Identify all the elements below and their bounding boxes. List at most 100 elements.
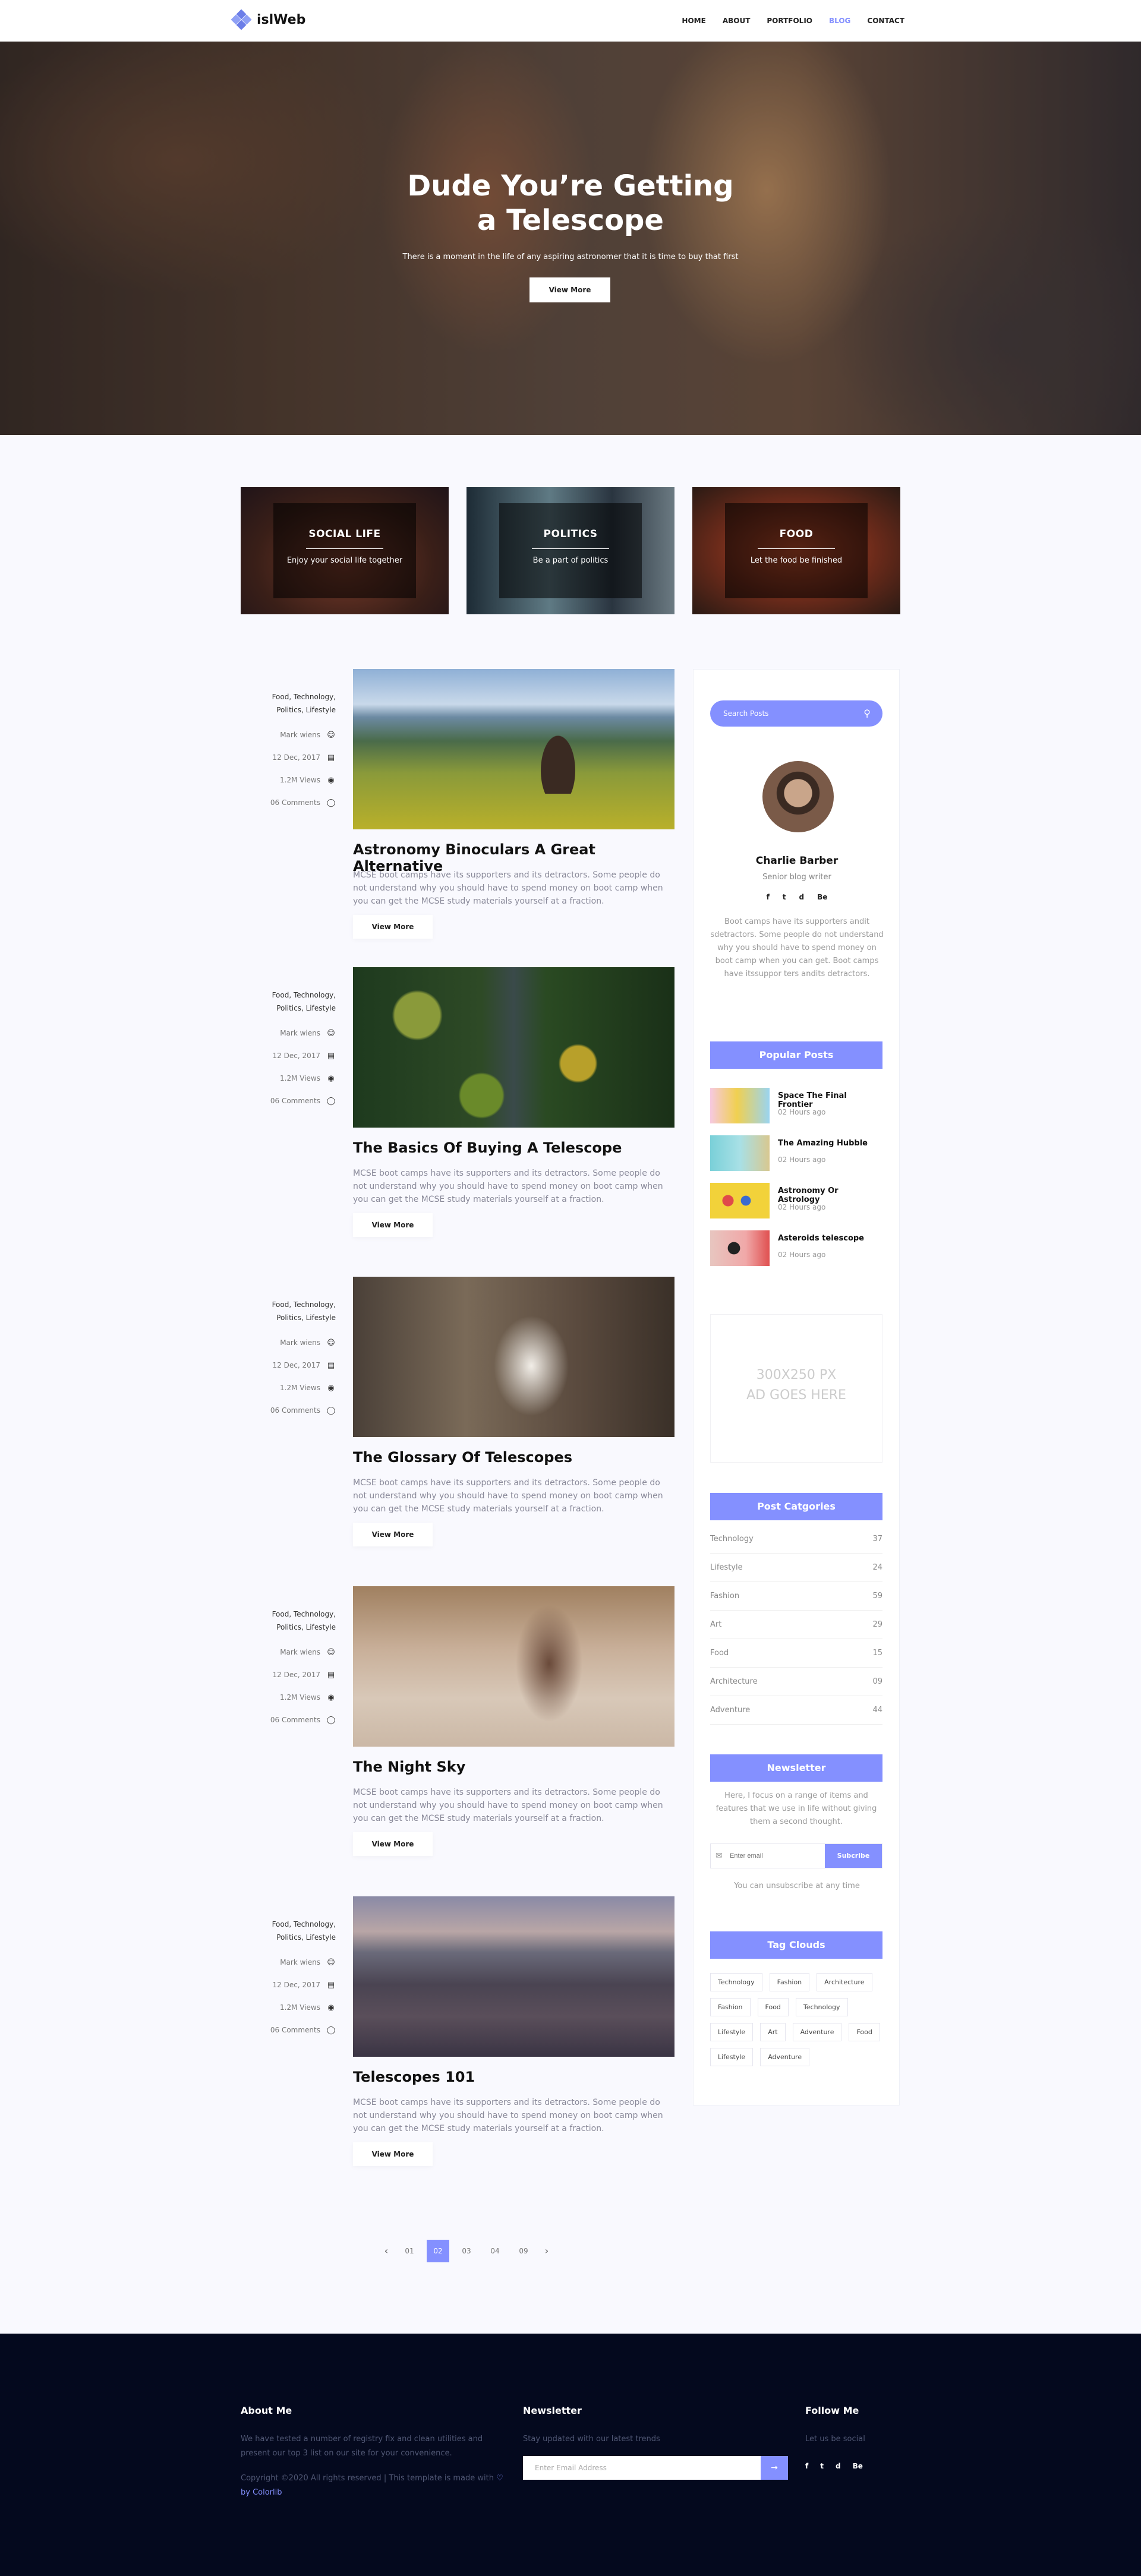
post-title[interactable]: The Glossary Of Telescopes	[353, 1449, 572, 1466]
logo[interactable]: islWeb	[231, 9, 305, 30]
popular-post-item[interactable]: Space The Final Frontier 02 Hours ago	[710, 1088, 882, 1123]
post-tags[interactable]: Food, Technology, Politics, Lifestyle	[241, 690, 336, 716]
post-excerpt: MCSE boot camps have its supporters and …	[353, 1788, 663, 1823]
post-image[interactable]	[353, 1586, 674, 1747]
hero-view-more-button[interactable]: View More	[529, 277, 610, 302]
page-09[interactable]: 09	[512, 2240, 535, 2262]
dribbble-icon[interactable]: d	[799, 893, 805, 901]
tag-item[interactable]: Technology	[710, 1973, 762, 1991]
behance-icon[interactable]: Be	[853, 2462, 863, 2470]
popular-post-title[interactable]: Asteroids telescope	[778, 1234, 864, 1243]
tag-item[interactable]: Technology	[795, 1998, 848, 2016]
post-author[interactable]: Mark wiens	[280, 1648, 320, 1656]
tag-item[interactable]: Food	[849, 2023, 880, 2041]
tag-item[interactable]: Lifestyle	[710, 2048, 754, 2066]
ad-size-text: 300X250 PX	[756, 1368, 837, 1382]
post-comments[interactable]: 06 Comments	[270, 1716, 320, 1724]
post-comments[interactable]: 06 Comments	[270, 798, 320, 807]
popular-post-title[interactable]: Space The Final Frontier	[778, 1091, 882, 1109]
post-tags[interactable]: Food, Technology, Politics, Lifestyle	[241, 989, 336, 1015]
post-title[interactable]: Telescopes 101	[353, 2069, 475, 2085]
category-row[interactable]: Technology 37	[710, 1525, 882, 1554]
post-image[interactable]	[353, 1277, 674, 1437]
category-row[interactable]: Food 15	[710, 1639, 882, 1668]
post-image[interactable]	[353, 1896, 674, 2057]
tag-item[interactable]: Adventure	[792, 2023, 842, 2041]
subscribe-button[interactable]: Subcribe	[825, 1844, 882, 1868]
category-card-politics[interactable]: POLITICS Be a part of politics	[467, 487, 674, 614]
logo-icon	[231, 9, 252, 30]
post-tags[interactable]: Food, Technology, Politics, Lifestyle	[241, 1608, 336, 1634]
post-tags[interactable]: Food, Technology, Politics, Lifestyle	[241, 1918, 336, 1944]
category-card-social-life[interactable]: SOCIAL LIFE Enjoy your social life toget…	[241, 487, 449, 614]
popular-post-item[interactable]: The Amazing Hubble 02 Hours ago	[710, 1135, 882, 1171]
tag-item[interactable]: Food	[757, 1998, 789, 2016]
tag-item[interactable]: Art	[760, 2023, 786, 2041]
post-title[interactable]: The Night Sky	[353, 1759, 465, 1775]
newsletter-email-input[interactable]	[730, 1844, 819, 1868]
hero-title: Dude You’re Getting a Telescope	[0, 169, 1141, 238]
view-more-button[interactable]: View More	[353, 1523, 433, 1546]
nav-about[interactable]: ABOUT	[723, 17, 751, 25]
category-row[interactable]: Architecture 09	[710, 1668, 882, 1696]
behance-icon[interactable]: Be	[817, 893, 827, 901]
twitter-icon[interactable]: t	[783, 893, 786, 901]
post-comments[interactable]: 06 Comments	[270, 2026, 320, 2034]
page-01[interactable]: 01	[398, 2240, 421, 2262]
post-excerpt: MCSE boot camps have its supporters and …	[353, 870, 663, 906]
page-02[interactable]: 02	[427, 2240, 449, 2262]
post-author[interactable]: Mark wiens	[280, 1029, 320, 1037]
post-author[interactable]: Mark wiens	[280, 1338, 320, 1347]
post-image[interactable]	[353, 967, 674, 1128]
post-views: 1.2M Views	[280, 776, 320, 784]
post-tags[interactable]: Food, Technology, Politics, Lifestyle	[241, 1298, 336, 1324]
nav-portfolio[interactable]: PORTFOLIO	[767, 17, 812, 25]
category-row[interactable]: Lifestyle 24	[710, 1554, 882, 1582]
post-image[interactable]	[353, 669, 674, 829]
post-title[interactable]: The Basics Of Buying A Telescope	[353, 1139, 622, 1156]
popular-post-item[interactable]: Asteroids telescope 02 Hours ago	[710, 1230, 882, 1266]
tag-item[interactable]: Architecture	[817, 1973, 872, 1991]
view-more-button[interactable]: View More	[353, 915, 433, 939]
tag-item[interactable]: Fashion	[710, 1998, 751, 2016]
page-03[interactable]: 03	[455, 2240, 478, 2262]
tag-item[interactable]: Lifestyle	[710, 2023, 754, 2041]
popular-post-item[interactable]: Astronomy Or Astrology 02 Hours ago	[710, 1183, 882, 1218]
search-icon[interactable]: ⚲	[863, 700, 871, 727]
popular-post-title[interactable]: Astronomy Or Astrology	[778, 1186, 882, 1204]
author-name: Charlie Barber	[755, 855, 839, 867]
prev-page-icon[interactable]: ‹	[380, 2240, 392, 2262]
view-more-button[interactable]: View More	[353, 1832, 433, 1856]
search-input[interactable]: Search Posts ⚲	[710, 700, 882, 727]
view-more-button[interactable]: View More	[353, 2142, 433, 2166]
nav-home[interactable]: HOME	[682, 17, 705, 25]
footer-follow-text: Let us be social	[805, 2435, 865, 2444]
tag-item[interactable]: Adventure	[760, 2048, 810, 2066]
dribbble-icon[interactable]: d	[836, 2462, 841, 2470]
category-card-food[interactable]: FOOD Let the food be finished	[692, 487, 900, 614]
category-row[interactable]: Fashion 59	[710, 1582, 882, 1611]
post-author[interactable]: Mark wiens	[280, 1958, 320, 1966]
popular-post-time: 02 Hours ago	[778, 1203, 826, 1211]
nav-contact[interactable]: CONTACT	[867, 17, 904, 25]
next-page-icon[interactable]: ›	[541, 2240, 553, 2262]
ad-placeholder[interactable]: 300X250 PX AD GOES HERE	[710, 1314, 882, 1463]
facebook-icon[interactable]: f	[805, 2462, 808, 2470]
post-comments[interactable]: 06 Comments	[270, 1097, 320, 1105]
popular-post-title[interactable]: The Amazing Hubble	[778, 1139, 868, 1148]
facebook-icon[interactable]: f	[767, 893, 770, 901]
post-meta: Food, Technology, Politics, Lifestyle Mar…	[241, 690, 336, 814]
post-comments[interactable]: 06 Comments	[270, 1406, 320, 1415]
footer-email-input[interactable]: Enter Email Address	[523, 2456, 761, 2480]
tag-item[interactable]: Fashion	[769, 1973, 810, 1991]
view-more-button[interactable]: View More	[353, 1213, 433, 1237]
page-04[interactable]: 04	[484, 2240, 506, 2262]
user-icon: ☺	[327, 1958, 335, 1967]
post-author[interactable]: Mark wiens	[280, 731, 320, 739]
category-row[interactable]: Art 29	[710, 1611, 882, 1639]
twitter-icon[interactable]: t	[820, 2462, 824, 2470]
footer-email-submit[interactable]: →	[761, 2456, 788, 2480]
popular-post-time: 02 Hours ago	[778, 1251, 826, 1259]
category-row[interactable]: Adventure 44	[710, 1696, 882, 1725]
nav-blog[interactable]: BLOG	[829, 17, 850, 25]
